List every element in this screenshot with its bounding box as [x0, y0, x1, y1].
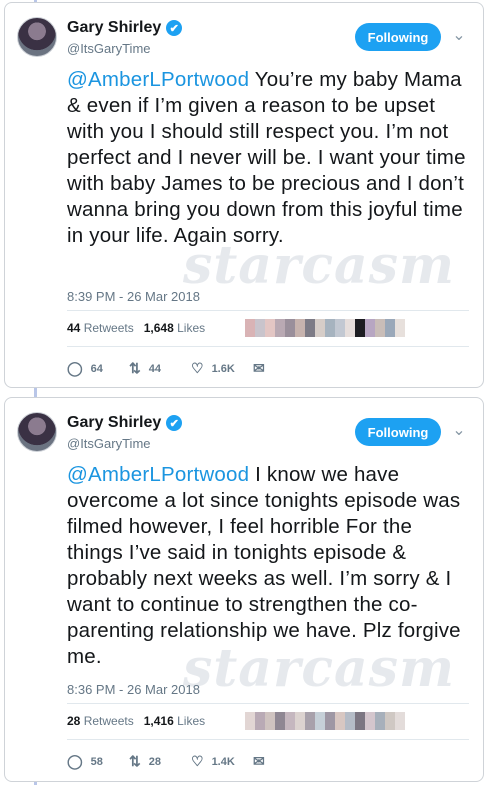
tweet-text: @AmberLPortwood You’re my baby Mama & ev…	[67, 67, 469, 249]
watermark: starcasm	[183, 235, 456, 296]
following-button[interactable]: Following	[355, 418, 441, 446]
dm-button[interactable]: ✉	[253, 753, 315, 770]
engagement-stats: 28 Retweets 1,416 Likes	[67, 712, 406, 730]
mention-link[interactable]: @AmberLPortwood	[67, 463, 249, 486]
divider	[67, 310, 469, 311]
retweets-stat[interactable]: 44 Retweets	[67, 321, 134, 335]
reply-button[interactable]: ◯ 58	[67, 753, 129, 770]
divider	[67, 346, 469, 347]
author-row: Gary Shirley ✔	[67, 19, 183, 37]
like-button[interactable]: ♡ 1.4K	[191, 753, 253, 770]
thread-line	[34, 388, 37, 397]
retweet-count: 28	[148, 755, 161, 768]
tweet-actions: ◯ 58 ⇅ 28 ♡ 1.4K ✉	[67, 753, 315, 770]
like-button[interactable]: ♡ 1.6K	[191, 360, 253, 377]
blurred-avatars	[245, 712, 406, 730]
verified-icon: ✔	[166, 20, 183, 36]
retweet-count: 44	[148, 362, 161, 375]
retweets-label: Retweets	[83, 714, 134, 728]
tweet-actions: ◯ 64 ⇅ 44 ♡ 1.6K ✉	[67, 360, 315, 377]
reply-icon: ◯	[67, 753, 83, 769]
tweet-body: You’re my baby Mama & even if I’m given …	[67, 68, 466, 247]
reply-icon: ◯	[67, 360, 83, 376]
retweet-icon: ⇅	[129, 753, 141, 769]
like-count: 1.6K	[211, 362, 235, 375]
following-button[interactable]: Following	[355, 23, 441, 51]
likes-stat[interactable]: 1,648 Likes	[144, 321, 205, 335]
watermark: starcasm	[183, 638, 456, 699]
avatar[interactable]	[17, 17, 57, 57]
reply-count: 58	[90, 755, 103, 768]
author-row: Gary Shirley ✔	[67, 414, 183, 432]
author-name[interactable]: Gary Shirley	[67, 19, 161, 37]
chevron-down-icon[interactable]: ⌄	[451, 28, 467, 44]
likes-count: 1,648	[143, 321, 174, 335]
mention-link[interactable]: @AmberLPortwood	[67, 68, 249, 91]
chevron-down-icon[interactable]: ⌄	[451, 423, 467, 439]
author-name[interactable]: Gary Shirley	[67, 414, 161, 432]
envelope-icon: ✉	[253, 360, 265, 376]
heart-icon: ♡	[191, 753, 204, 769]
retweet-button[interactable]: ⇅ 28	[129, 753, 191, 770]
tweet-card: Gary Shirley ✔ @ItsGaryTime Following ⌄ …	[4, 397, 484, 782]
tweet-timestamp[interactable]: 8:39 PM - 26 Mar 2018	[67, 289, 200, 304]
tweet-card: Gary Shirley ✔ @ItsGaryTime Following ⌄ …	[4, 2, 484, 388]
verified-icon: ✔	[166, 415, 183, 431]
retweets-count: 44	[67, 321, 81, 335]
retweets-stat[interactable]: 28 Retweets	[67, 714, 134, 728]
blurred-avatars	[245, 319, 406, 337]
like-count: 1.4K	[211, 755, 235, 768]
likes-stat[interactable]: 1,416 Likes	[144, 714, 205, 728]
reply-button[interactable]: ◯ 64	[67, 360, 129, 377]
retweet-icon: ⇅	[129, 360, 141, 376]
heart-icon: ♡	[191, 360, 204, 376]
retweet-button[interactable]: ⇅ 44	[129, 360, 191, 377]
likes-label: Likes	[177, 321, 206, 335]
author-handle[interactable]: @ItsGaryTime	[67, 41, 151, 56]
tweet-timestamp[interactable]: 8:36 PM - 26 Mar 2018	[67, 682, 200, 697]
divider	[67, 703, 469, 704]
retweets-label: Retweets	[83, 321, 134, 335]
dm-button[interactable]: ✉	[253, 360, 315, 377]
divider	[67, 739, 469, 740]
engagement-stats: 44 Retweets 1,648 Likes	[67, 319, 406, 337]
retweets-count: 28	[67, 714, 81, 728]
avatar[interactable]	[17, 412, 57, 452]
envelope-icon: ✉	[253, 753, 265, 769]
reply-count: 64	[90, 362, 103, 375]
likes-label: Likes	[177, 714, 206, 728]
likes-count: 1,416	[143, 714, 174, 728]
author-handle[interactable]: @ItsGaryTime	[67, 436, 151, 451]
